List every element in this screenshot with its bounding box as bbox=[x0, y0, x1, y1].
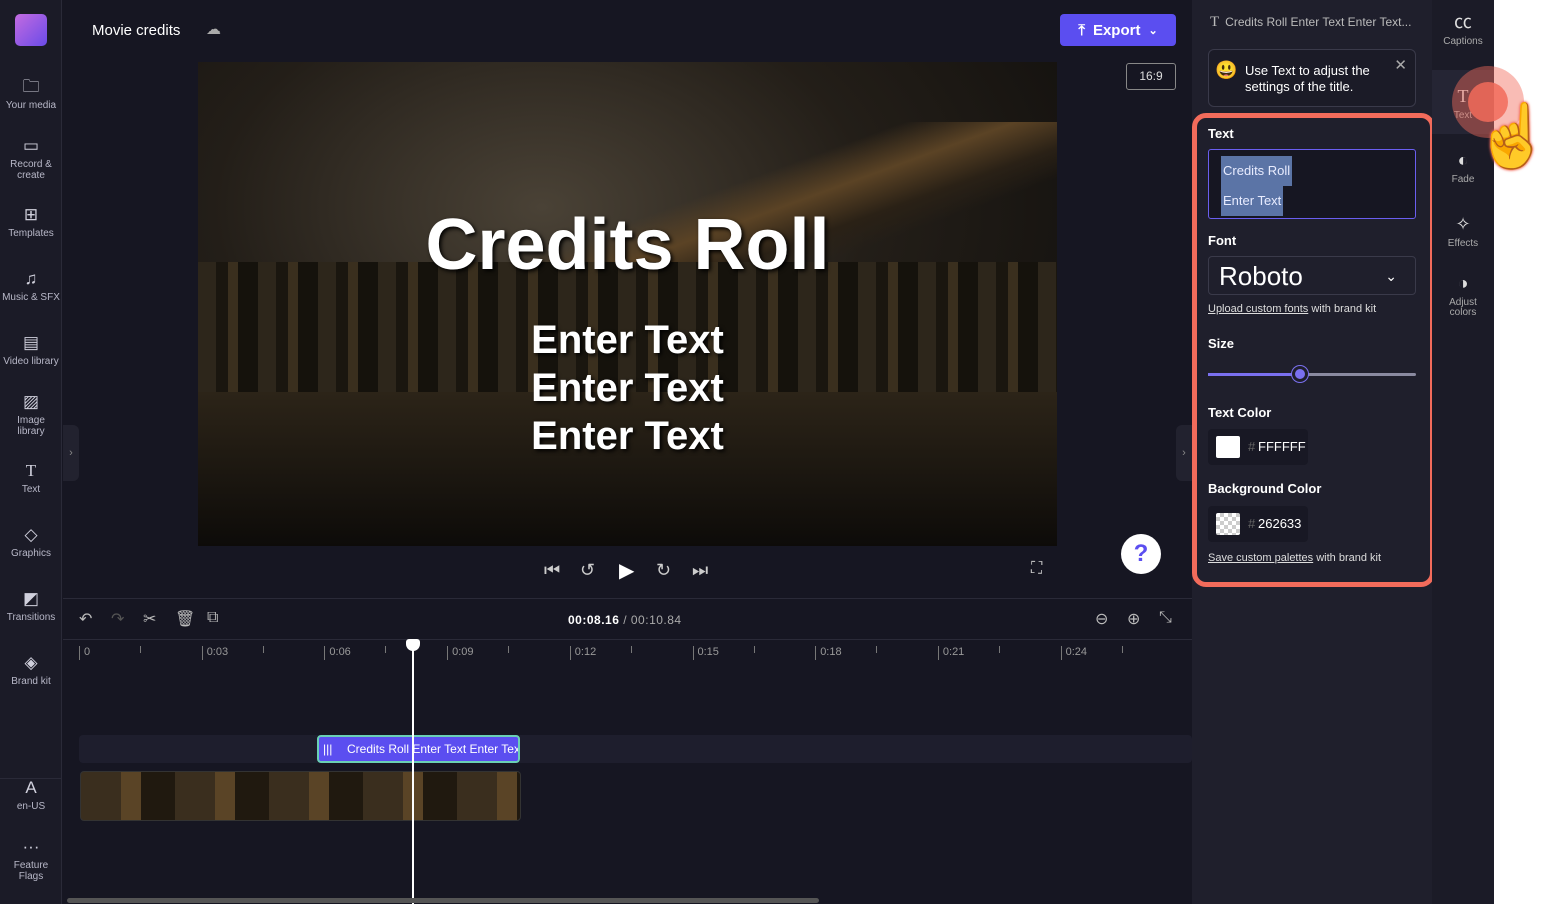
brand-icon: ◈ bbox=[24, 653, 38, 672]
shapes-icon: ◇ bbox=[24, 525, 38, 544]
play-button[interactable]: ▶ bbox=[619, 558, 634, 583]
ruler-tick: 0:03 bbox=[201, 646, 228, 660]
sidebar-item-record[interactable]: ▭ Record & create bbox=[0, 136, 62, 182]
sidebar-item-feature-flags[interactable]: ··· Feature Flags bbox=[0, 837, 62, 883]
sidebar-item-language[interactable]: Aen-US bbox=[0, 778, 62, 812]
timeline-scrollbar[interactable] bbox=[67, 898, 819, 903]
ruler-minor-tick bbox=[876, 646, 878, 653]
captions-icon: ㏄ bbox=[1454, 12, 1472, 32]
ruler-minor-tick bbox=[753, 646, 755, 653]
text-icon: T bbox=[25, 461, 37, 480]
sidebar-item-video-library[interactable]: ▤ Video library bbox=[0, 333, 62, 368]
pointer-hand-icon: ☝ bbox=[1474, 102, 1552, 171]
app: 🗀 Your media ▭ Record & create ⊞ Templates … bbox=[0, 0, 1494, 905]
skip-forward-icon[interactable]: ⏭ bbox=[692, 560, 708, 581]
preview-line: Enter Text bbox=[531, 318, 724, 362]
sidebar-item-brand-kit[interactable]: ◈ Brand kit bbox=[0, 653, 62, 688]
ruler-minor-tick bbox=[1121, 646, 1123, 653]
rewind-5-icon[interactable]: ↺ bbox=[580, 560, 595, 581]
ruler-minor-tick bbox=[385, 646, 387, 653]
fit-timeline-icon[interactable]: ⤡ bbox=[1159, 609, 1172, 627]
ruler-minor-tick bbox=[508, 646, 510, 653]
highlight-outline bbox=[1192, 113, 1435, 587]
clipchamp-logo[interactable] bbox=[15, 14, 47, 46]
upload-icon: ⤒ bbox=[1078, 21, 1085, 39]
magic-wand-icon: ✧ bbox=[1455, 214, 1471, 234]
sidebar-item-text[interactable]: T Text bbox=[0, 461, 62, 496]
left-sidebar: 🗀 Your media ▭ Record & create ⊞ Templates … bbox=[0, 0, 62, 904]
ruler-minor-tick bbox=[262, 646, 264, 653]
text-icon: T bbox=[1210, 14, 1220, 30]
timeline: ↶ ↷ ✂ 🗑 ⧉ 00:08.16 / 00:10.84 ⊖ ⊕ ⤡ 0 0:0… bbox=[63, 598, 1192, 905]
time-display: 00:08.16 / 00:10.84 bbox=[568, 613, 682, 627]
split-icon[interactable]: ✂ bbox=[143, 609, 156, 629]
ruler-tick: 0:06 bbox=[324, 646, 351, 660]
rail-captions[interactable]: ㏄ Captions bbox=[1432, 12, 1494, 47]
ruler-tick: 0:21 bbox=[937, 646, 964, 660]
more-icon: ··· bbox=[22, 837, 40, 856]
collapse-right-handle[interactable]: › bbox=[1176, 425, 1192, 481]
rail-effects[interactable]: ✧ Effects bbox=[1432, 214, 1494, 249]
chevron-down-icon: ⌄ bbox=[1148, 24, 1158, 37]
video-clip[interactable] bbox=[80, 771, 521, 821]
collapse-left-handle[interactable]: › bbox=[63, 425, 79, 481]
preview-title: Credits Roll bbox=[425, 205, 830, 285]
timeline-ruler[interactable]: 0 0:03 0:06 0:09 0:12 0:15 0:18 0:21 0:24 bbox=[63, 639, 1192, 663]
close-icon[interactable]: ✕ bbox=[1394, 56, 1407, 74]
help-button[interactable]: ? bbox=[1121, 534, 1161, 574]
text-track bbox=[79, 735, 1192, 763]
export-button[interactable]: ⤒ Export ⌄ bbox=[1060, 14, 1176, 46]
music-icon: ♫ bbox=[24, 269, 38, 288]
rail-adjust-colors[interactable]: ◑ Adjust colors bbox=[1432, 273, 1494, 318]
delete-icon[interactable]: 🗑 bbox=[175, 609, 195, 629]
image-icon: ▨ bbox=[22, 392, 40, 411]
ruler-tick: 0 bbox=[79, 646, 90, 660]
templates-icon: ⊞ bbox=[23, 205, 39, 224]
tip-banner: 😃 Use Text to adjust the settings of the… bbox=[1208, 49, 1416, 107]
ruler-tick: 0:18 bbox=[815, 646, 842, 660]
folder-icon: 🗀 bbox=[22, 77, 40, 96]
cloud-sync-off-icon: ☁ bbox=[206, 21, 221, 38]
film-icon: ▤ bbox=[22, 333, 40, 352]
zoom-in-icon[interactable]: ⊕ bbox=[1127, 609, 1140, 629]
sidebar-item-graphics[interactable]: ◇ Graphics bbox=[0, 525, 62, 560]
project-title[interactable]: Movie credits bbox=[92, 22, 180, 39]
video-preview[interactable]: Credits Roll Enter Text Enter Text Enter… bbox=[198, 62, 1057, 546]
undo-icon[interactable]: ↶ bbox=[79, 609, 92, 629]
language-icon: A bbox=[25, 778, 37, 797]
add-media-icon[interactable]: ⧉ bbox=[207, 609, 218, 627]
video-camera-icon: ▭ bbox=[22, 136, 40, 155]
forward-5-icon[interactable]: ↻ bbox=[656, 560, 671, 581]
panel-header: T Credits Roll Enter Text Enter Text... bbox=[1210, 14, 1412, 30]
sidebar-item-your-media[interactable]: 🗀 Your media bbox=[0, 77, 62, 112]
ruler-minor-tick bbox=[998, 646, 1000, 653]
aspect-ratio-button[interactable]: 16:9 bbox=[1126, 63, 1176, 90]
playhead[interactable] bbox=[412, 643, 414, 905]
contrast-icon: ◑ bbox=[1457, 273, 1469, 293]
sidebar-item-transitions[interactable]: ◩ Transitions bbox=[0, 589, 62, 624]
sidebar-item-music[interactable]: ♫ Music & SFX bbox=[0, 269, 62, 304]
ruler-tick: 0:24 bbox=[1060, 646, 1087, 660]
ruler-minor-tick bbox=[140, 646, 141, 653]
text-clip[interactable]: ||| Credits Roll Enter Text Enter Text bbox=[317, 735, 520, 763]
tip-text: Use Text to adjust the settings of the t… bbox=[1245, 63, 1370, 94]
preview-line: Enter Text bbox=[531, 414, 724, 458]
fullscreen-icon[interactable]: ⛶ bbox=[1031, 560, 1042, 578]
preview-line: Enter Text bbox=[531, 366, 724, 410]
sidebar-item-image-library[interactable]: ▨ Image library bbox=[0, 392, 62, 438]
ruler-tick: 0:12 bbox=[569, 646, 596, 660]
skip-back-icon[interactable]: ⏮ bbox=[544, 560, 560, 581]
clip-handle-icon[interactable]: ||| bbox=[323, 737, 332, 761]
redo-icon[interactable]: ↷ bbox=[111, 609, 124, 629]
emoji-icon: 😃 bbox=[1215, 60, 1238, 80]
transitions-icon: ◩ bbox=[22, 589, 40, 608]
ruler-tick: 0:09 bbox=[447, 646, 474, 660]
zoom-out-icon[interactable]: ⊖ bbox=[1095, 609, 1108, 629]
ruler-tick: 0:15 bbox=[692, 646, 719, 660]
ruler-minor-tick bbox=[630, 646, 632, 653]
sidebar-item-templates[interactable]: ⊞ Templates bbox=[0, 205, 62, 240]
